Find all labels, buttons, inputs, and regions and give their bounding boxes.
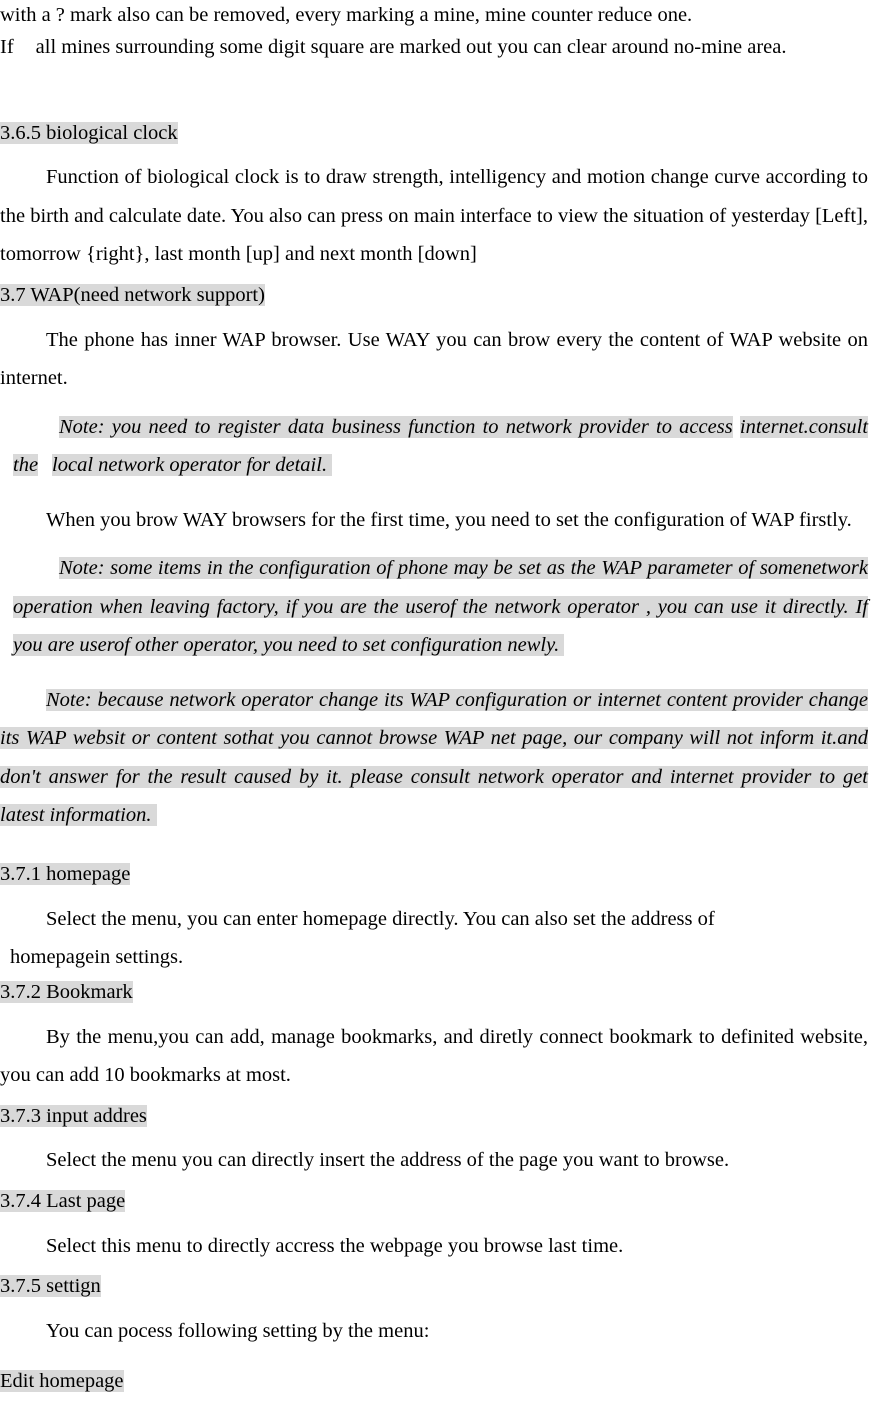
- note-block-1: Note: you need to register data business…: [0, 408, 872, 485]
- spacer-after-374-heading: [0, 1217, 872, 1227]
- subheading-edit-homepage: Edit homepage: [0, 1366, 872, 1397]
- paragraph-wap-intro: The phone has inner WAP browser. Use WAY…: [0, 328, 868, 390]
- note-2-trailing-space: [559, 634, 565, 657]
- paragraph-setting-menu: You can pocess following setting by the …: [46, 1319, 430, 1342]
- spacer-after-365-heading: [0, 148, 872, 158]
- spacer-after-372-heading: [0, 1008, 872, 1018]
- document-page: with a ? mark also can be removed, every…: [0, 0, 872, 1410]
- paragraph-homepage-line-1-text: Select the menu, you can enter homepage …: [46, 907, 715, 930]
- spacer-before-371: [0, 835, 872, 859]
- heading-3-7-4: 3.7.4 Last page: [0, 1186, 872, 1217]
- spacer-before-note-2: [0, 539, 872, 549]
- paragraph-homepage-line-2-text: homepagein settings.: [10, 946, 184, 969]
- paragraph-wap-config: When you brow WAY browsers for the first…: [46, 508, 852, 531]
- heading-3-7: 3.7 WAP(need network support): [0, 280, 872, 311]
- spacer-before-note-1: [0, 398, 872, 408]
- paragraph-homepage-line-2: homepagein settings.: [0, 938, 872, 977]
- note-3-text: Note: because network operator change it…: [0, 688, 868, 827]
- spacer-after-note-1: [0, 485, 872, 501]
- spacer-before-365: [0, 64, 872, 118]
- heading-3-6-5: 3.6.5 biological clock: [0, 118, 872, 149]
- paragraph-input-addres: Select the menu you can directly insert …: [46, 1149, 730, 1172]
- heading-3-7-3-label: 3.7.3 input addres: [0, 1104, 147, 1127]
- note-1-trailing-space: [327, 454, 333, 477]
- heading-3-7-1: 3.7.1 homepage: [0, 859, 872, 890]
- paragraph-bookmark: By the menu,you can add, manage bookmark…: [0, 1025, 868, 1087]
- heading-3-7-4-label: 3.7.4 Last page: [0, 1189, 126, 1212]
- intro-line-2: If all mines surrounding some digit squar…: [0, 32, 872, 64]
- spacer-after-373-heading: [0, 1131, 872, 1141]
- note-2-text: Note: some items in the configuration of…: [13, 557, 868, 657]
- heading-3-7-2: 3.7.2 Bookmark: [0, 977, 872, 1008]
- note-1-line-c: local network operator for detail.: [52, 454, 328, 477]
- spacer-before-edit-homepage: [0, 1350, 872, 1366]
- intro-line-2-text: all mines surrounding some digit square …: [35, 35, 787, 58]
- spacer-after-37-heading: [0, 311, 872, 321]
- paragraph-biological-clock: Function of biological clock is to draw …: [0, 166, 868, 266]
- heading-3-7-5: 3.7.5 settign: [0, 1271, 872, 1302]
- spacer-after-375-heading: [0, 1302, 872, 1312]
- heading-3-7-3: 3.7.3 input addres: [0, 1101, 872, 1132]
- intro-line-2-prefix: If: [0, 35, 14, 58]
- heading-3-7-2-label: 3.7.2 Bookmark: [0, 980, 133, 1003]
- note-3-trailing-space: [151, 804, 157, 827]
- subheading-edit-homepage-label: Edit homepage: [0, 1370, 124, 1393]
- paragraph-homepage-line-1: Select the menu, you can enter homepage …: [0, 900, 872, 939]
- note-1-line-a: Note: you need to register data business…: [59, 415, 733, 438]
- paragraph-last-page: Select this menu to directly accress the…: [46, 1234, 624, 1257]
- heading-3-7-1-label: 3.7.1 homepage: [0, 863, 131, 885]
- intro-line-1: with a ? mark also can be removed, every…: [0, 0, 872, 32]
- heading-3-7-5-label: 3.7.5 settign: [0, 1275, 101, 1298]
- note-block-3: Note: because network operator change it…: [0, 681, 872, 835]
- note-block-2: Note: some items in the configuration of…: [0, 549, 872, 665]
- heading-3-7-label: 3.7 WAP(need network support): [0, 283, 265, 306]
- heading-3-6-5-label: 3.6.5 biological clock: [0, 121, 178, 144]
- spacer-after-371-heading: [0, 890, 872, 900]
- spacer-after-note-2: [0, 665, 872, 681]
- intro-line-1-text: with a ? mark also can be removed, every…: [0, 4, 693, 26]
